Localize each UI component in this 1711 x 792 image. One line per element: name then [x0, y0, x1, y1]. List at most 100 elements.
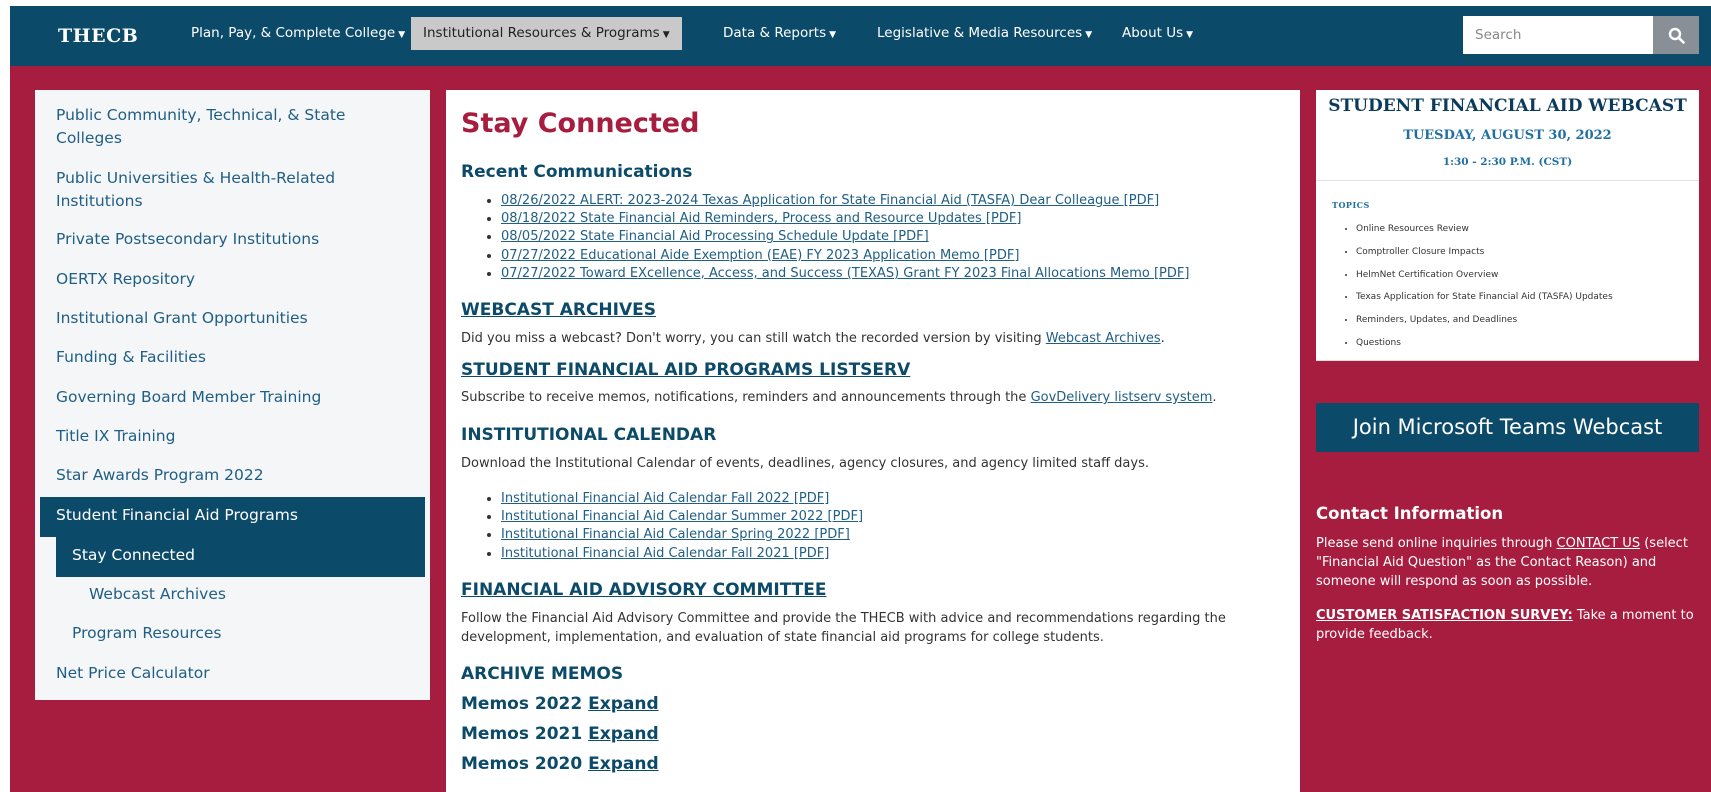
sidebar-item-public-universities[interactable]: Public Universities & Health-Related Ins…: [56, 167, 396, 213]
listserv-heading-link[interactable]: STUDENT FINANCIAL AID PROGRAMS LISTSERV: [461, 360, 910, 380]
top-navigation-bar: THECB Plan, Pay, & Complete College ▼ Ins…: [10, 6, 1711, 66]
search-button[interactable]: [1653, 16, 1699, 54]
webcast-text: Did you miss a webcast? Don't worry, you…: [461, 331, 1046, 346]
recent-link[interactable]: 08/18/2022 State Financial Aid Reminders…: [501, 211, 1021, 226]
nav-label: Legislative & Media Resources: [877, 25, 1083, 41]
recent-link[interactable]: 08/26/2022 ALERT: 2023-2024 Texas Applic…: [501, 193, 1159, 208]
nav-data-reports[interactable]: Data & Reports ▼: [711, 17, 848, 50]
nav-label: Data & Reports: [723, 25, 827, 41]
sidebar-item-star-awards[interactable]: Star Awards Program 2022: [56, 464, 396, 487]
contact-paragraph: Please send online inquiries through CON…: [1316, 534, 1706, 591]
customer-satisfaction-survey-link[interactable]: CUSTOMER SATISFACTION SURVEY:: [1316, 608, 1573, 623]
recent-communications-list: 08/26/2022 ALERT: 2023-2024 Texas Applic…: [461, 192, 1189, 283]
memos-year-label: Memos 2021: [461, 724, 583, 744]
main-content: Stay Connected Recent Communications 08/…: [446, 90, 1300, 792]
flyer-date: TUESDAY, AUGUST 30, 2022: [1403, 128, 1612, 143]
list-item: 08/05/2022 State Financial Aid Processin…: [501, 228, 1189, 246]
recent-link[interactable]: 08/05/2022 State Financial Aid Processin…: [501, 229, 929, 244]
calendar-link[interactable]: Institutional Financial Aid Calendar Sum…: [501, 509, 863, 524]
list-item: Comptroller Closure Impacts: [1356, 241, 1613, 264]
calendar-paragraph: Download the Institutional Calendar of e…: [461, 456, 1149, 471]
join-teams-webcast-button[interactable]: Join Microsoft Teams Webcast: [1316, 403, 1699, 452]
nav-label: About Us: [1122, 25, 1184, 41]
caret-down-icon: ▼: [398, 30, 406, 40]
contact-text-before: Please send online inquiries through: [1316, 536, 1557, 551]
sidebar-item-governing-board[interactable]: Governing Board Member Training: [56, 386, 396, 409]
memos-2021-row: Memos 2021 Expand: [461, 724, 659, 744]
sidebar-item-public-community[interactable]: Public Community, Technical, & State Col…: [56, 104, 396, 150]
list-item: Institutional Financial Aid Calendar Spr…: [501, 526, 863, 544]
memos-year-label: Memos 2020: [461, 754, 583, 774]
caret-down-icon: ▼: [662, 30, 670, 40]
flyer-divider: [1316, 180, 1699, 181]
list-item: Institutional Financial Aid Calendar Sum…: [501, 508, 863, 526]
list-item: 07/27/2022 Educational Aide Exemption (E…: [501, 247, 1189, 265]
flyer-title: STUDENT FINANCIAL AID WEBCAST: [1328, 96, 1687, 116]
webcast-archives-link[interactable]: Webcast Archives: [1046, 331, 1161, 346]
site-logo[interactable]: THECB: [58, 25, 138, 47]
listserv-paragraph: Subscribe to receive memos, notification…: [461, 389, 1291, 408]
list-item: Institutional Financial Aid Calendar Fal…: [501, 490, 863, 508]
contact-information-heading: Contact Information: [1316, 504, 1504, 523]
sidebar-item-oertx[interactable]: OERTX Repository: [56, 268, 396, 291]
govdelivery-link[interactable]: GovDelivery listserv system: [1031, 390, 1213, 405]
sidebar-item-private-postsecondary[interactable]: Private Postsecondary Institutions: [56, 228, 396, 251]
expand-link[interactable]: Expand: [588, 754, 659, 774]
webcast-archives-heading-link[interactable]: WEBCAST ARCHIVES: [461, 300, 656, 320]
recent-communications-heading: Recent Communications: [461, 162, 693, 182]
webcast-flyer-image: STUDENT FINANCIAL AID WEBCAST TUESDAY, A…: [1316, 90, 1699, 361]
expand-link[interactable]: Expand: [588, 724, 659, 744]
period: .: [1160, 331, 1165, 346]
calendar-link[interactable]: Institutional Financial Aid Calendar Fal…: [501, 491, 829, 506]
sidebar-item-webcast-archives[interactable]: Webcast Archives: [89, 583, 429, 606]
calendar-links-list: Institutional Financial Aid Calendar Fal…: [461, 490, 863, 563]
sidebar-item-title-ix[interactable]: Title IX Training: [56, 425, 396, 448]
sidebar-item-stay-connected[interactable]: Stay Connected: [72, 544, 412, 567]
flyer-time: 1:30 - 2:30 P.M. (CST): [1442, 156, 1573, 168]
nav-label: Plan, Pay, & Complete College: [191, 25, 396, 41]
listserv-text: Subscribe to receive memos, notification…: [461, 390, 1031, 405]
nav-about-us[interactable]: About Us ▼: [1110, 17, 1205, 50]
sidebar-nav: Public Community, Technical, & State Col…: [35, 90, 430, 700]
sidebar-item-student-financial-aid[interactable]: Student Financial Aid Programs: [56, 504, 396, 527]
search-icon: [1668, 27, 1685, 44]
period: .: [1212, 390, 1217, 405]
recent-link[interactable]: 07/27/2022 Educational Aide Exemption (E…: [501, 248, 1019, 263]
search-input[interactable]: [1463, 16, 1653, 54]
list-item: 07/27/2022 Toward EXcellence, Access, an…: [501, 265, 1189, 283]
list-item: 08/18/2022 State Financial Aid Reminders…: [501, 210, 1189, 228]
webcast-paragraph: Did you miss a webcast? Don't worry, you…: [461, 330, 1291, 349]
advisory-paragraph: Follow the Financial Aid Advisory Commit…: [461, 611, 1226, 645]
list-item: Questions: [1356, 332, 1613, 355]
recent-link[interactable]: 07/27/2022 Toward EXcellence, Access, an…: [501, 266, 1189, 281]
expand-link[interactable]: Expand: [588, 694, 659, 714]
institutional-calendar-heading: INSTITUTIONAL CALENDAR: [461, 425, 717, 445]
memos-2022-row: Memos 2022 Expand: [461, 694, 659, 714]
list-item: Online Resources Review: [1356, 218, 1613, 241]
flyer-topics-label: TOPICS: [1332, 200, 1370, 210]
calendar-link[interactable]: Institutional Financial Aid Calendar Spr…: [501, 527, 850, 542]
list-item: Reminders, Updates, and Deadlines: [1356, 309, 1613, 332]
sidebar-item-program-resources[interactable]: Program Resources: [72, 622, 412, 645]
flyer-topics-list: Online Resources Review Comptroller Clos…: [1332, 218, 1613, 355]
survey-paragraph: CUSTOMER SATISFACTION SURVEY: Take a mom…: [1316, 606, 1706, 644]
caret-down-icon: ▼: [829, 30, 837, 40]
contact-us-link[interactable]: CONTACT US: [1557, 536, 1641, 551]
calendar-link[interactable]: Institutional Financial Aid Calendar Fal…: [501, 546, 829, 561]
page-title: Stay Connected: [461, 108, 700, 139]
nav-legislative-media[interactable]: Legislative & Media Resources ▼: [865, 17, 1104, 50]
memos-year-label: Memos 2022: [461, 694, 583, 714]
advisory-committee-heading-link[interactable]: FINANCIAL AID ADVISORY COMMITTEE: [461, 580, 827, 600]
sidebar-item-grant-opportunities[interactable]: Institutional Grant Opportunities: [56, 307, 396, 330]
list-item: Institutional Financial Aid Calendar Fal…: [501, 545, 863, 563]
nav-label: Institutional Resources & Programs: [423, 25, 660, 41]
list-item: Texas Application for State Financial Ai…: [1356, 286, 1613, 309]
memos-2020-row: Memos 2020 Expand: [461, 754, 659, 774]
nav-plan-pay-complete[interactable]: Plan, Pay, & Complete College ▼: [179, 17, 417, 50]
nav-institutional-resources[interactable]: Institutional Resources & Programs ▼: [411, 17, 682, 50]
sidebar-item-funding-facilities[interactable]: Funding & Facilities: [56, 346, 396, 369]
sidebar-item-net-price-calculator[interactable]: Net Price Calculator: [56, 662, 396, 685]
list-item: HelmNet Certification Overview: [1356, 264, 1613, 287]
list-item: 08/26/2022 ALERT: 2023-2024 Texas Applic…: [501, 192, 1189, 210]
caret-down-icon: ▼: [1186, 30, 1194, 40]
